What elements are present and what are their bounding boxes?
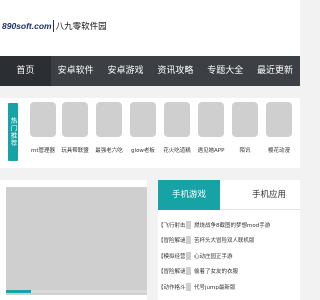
news-thumbnail xyxy=(186,251,191,260)
hot-app-item[interactable]: 樱花动漫 xyxy=(264,102,294,162)
panel-tabs: 手机游戏 手机应用 xyxy=(158,180,300,210)
app-icon[interactable] xyxy=(198,102,224,137)
nav-item-recent-updates[interactable]: 最近更新 xyxy=(250,56,300,86)
nav-item-android-software[interactable]: 安卓软件 xyxy=(51,56,101,86)
news-title[interactable]: 心动庄园正手游 xyxy=(194,252,233,260)
banner-progress-fill xyxy=(6,290,32,293)
logo-name: 八九零软件园 xyxy=(55,22,107,32)
app-name[interactable]: glow老板 xyxy=(125,146,161,154)
hot-recommend-label: 热门推荐 xyxy=(9,117,17,147)
news-category[interactable]: 【冒险解谜】 xyxy=(158,236,186,244)
main-nav: 首页 安卓软件 安卓游戏 资讯攻略 专题大全 最近更新 xyxy=(0,56,300,86)
news-category[interactable]: 【模拟经营】 xyxy=(158,252,186,260)
news-thumbnail xyxy=(186,267,191,276)
news-title[interactable]: 代号jump最新版 xyxy=(194,283,235,291)
app-name[interactable]: 遇见她APP xyxy=(193,146,229,154)
hot-recommend-badge: 热门推荐 xyxy=(8,103,18,161)
nav-item-news-guides[interactable]: 资讯攻略 xyxy=(150,56,200,86)
app-icon[interactable] xyxy=(266,102,292,137)
banner-slider[interactable] xyxy=(0,180,147,300)
list-item[interactable]: 【动作格斗】 代号jump最新版 xyxy=(158,279,300,295)
nav-item-home[interactable]: 首页 xyxy=(0,56,51,86)
app-name[interactable]: 最强老六吃 xyxy=(91,146,127,154)
list-item[interactable]: 【冒险解谜】 苦杯头大冒险双人联机版 xyxy=(158,233,300,249)
banner-image[interactable] xyxy=(6,187,147,295)
app-icon[interactable] xyxy=(130,102,156,137)
app-name[interactable]: 陌讯 xyxy=(227,146,263,154)
hot-app-item[interactable]: 花火吃道糕 xyxy=(162,102,192,162)
list-item[interactable]: 【模拟经营】 心动庄园正手游 xyxy=(158,248,300,264)
list-item[interactable]: 【冒险解谜】 偷着了女友的衣服 xyxy=(158,264,300,280)
news-category[interactable]: 【动作格斗】 xyxy=(158,283,186,291)
news-thumbnail xyxy=(186,236,191,245)
app-icon[interactable] xyxy=(164,102,190,137)
hot-app-item[interactable]: 遇见她APP xyxy=(196,102,226,162)
app-name[interactable]: mt管理器 xyxy=(25,146,61,154)
app-icon[interactable] xyxy=(30,102,56,137)
tab-mobile-apps[interactable]: 手机应用 xyxy=(238,180,300,210)
page: 890soft.com 八九零软件园 首页 安卓软件 安卓游戏 资讯攻略 专题大… xyxy=(0,0,300,300)
tab-mobile-games[interactable]: 手机游戏 xyxy=(158,180,220,210)
hot-app-item[interactable]: 最强老六吃 xyxy=(94,102,124,162)
nav-item-topics[interactable]: 专题大全 xyxy=(200,56,250,86)
hot-app-item[interactable]: glow老板 xyxy=(128,102,158,162)
nav-item-android-games[interactable]: 安卓游戏 xyxy=(101,56,151,86)
site-logo[interactable]: 890soft.com 八九零软件园 xyxy=(2,12,107,40)
site-header: 890soft.com 八九零软件园 xyxy=(0,0,300,56)
hot-app-list: mt管理器 玩具帮联盟 最强老六吃 glow老板 花火吃道糕 遇见她APP 陌讯… xyxy=(28,102,300,162)
news-category[interactable]: 【飞行射击】 xyxy=(158,221,186,229)
news-title[interactable]: 偷着了女友的衣服 xyxy=(194,267,238,275)
banner-progress-track xyxy=(6,290,147,293)
hot-app-item[interactable]: mt管理器 xyxy=(28,102,58,162)
news-category[interactable]: 【冒险解谜】 xyxy=(158,267,186,275)
app-name[interactable]: 花火吃道糕 xyxy=(159,146,195,154)
app-name[interactable]: 玩具帮联盟 xyxy=(57,146,93,154)
app-icon[interactable] xyxy=(62,102,88,137)
app-icon[interactable] xyxy=(232,102,258,137)
logo-domain: 890soft.com xyxy=(2,21,52,31)
news-title[interactable]: 苦杯头大冒险双人联机版 xyxy=(194,236,255,244)
hot-app-item[interactable]: 玩具帮联盟 xyxy=(60,102,90,162)
news-panel: 手机游戏 手机应用 【飞行射击】 燃烧战争8截图的梦想mod手游 【冒险解谜】 … xyxy=(158,180,300,300)
hot-recommend-section: 热门推荐 mt管理器 玩具帮联盟 最强老六吃 glow老板 花火吃道糕 遇见她A… xyxy=(0,98,300,168)
logo-divider xyxy=(52,20,54,32)
app-name[interactable]: 樱花动漫 xyxy=(261,146,297,154)
news-list: 【飞行射击】 燃烧战争8截图的梦想mod手游 【冒险解谜】 苦杯头大冒险双人联机… xyxy=(158,217,300,295)
news-thumbnail xyxy=(186,220,191,229)
list-item[interactable]: 【飞行射击】 燃烧战争8截图的梦想mod手游 xyxy=(158,217,300,233)
news-title[interactable]: 燃烧战争8截图的梦想mod手游 xyxy=(194,221,270,229)
news-thumbnail xyxy=(186,282,191,291)
app-icon[interactable] xyxy=(96,102,122,137)
hot-app-item[interactable]: 陌讯 xyxy=(230,102,260,162)
